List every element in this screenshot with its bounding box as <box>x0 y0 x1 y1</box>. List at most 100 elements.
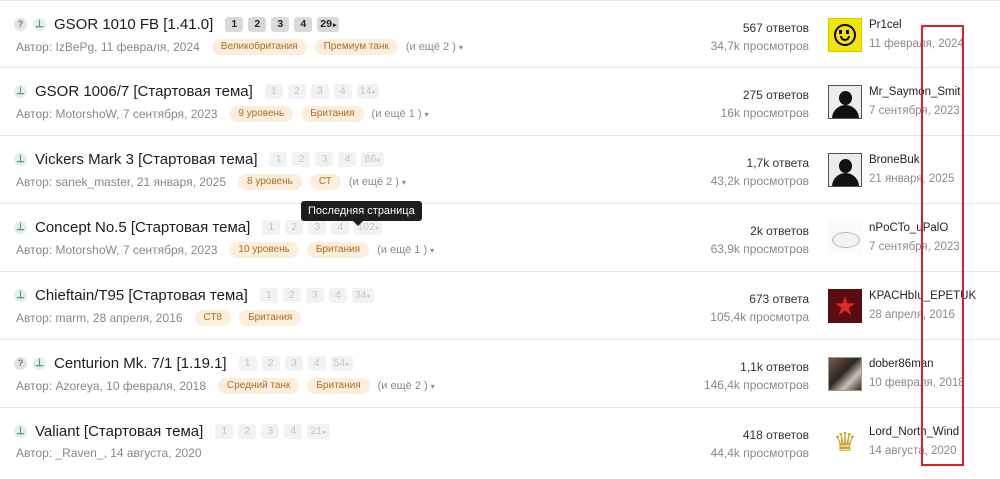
topic-title-link[interactable]: Concept No.5 [Стартовая тема] <box>35 219 250 236</box>
last-page-button[interactable]: 86▸ <box>361 152 384 167</box>
page-button[interactable]: 3 <box>310 84 329 99</box>
chevron-down-icon: ▾ <box>401 178 406 187</box>
topic-author[interactable]: Автор: _Raven_, 14 августа, 2020 <box>16 446 202 460</box>
page-button[interactable]: 1 <box>269 152 288 167</box>
avatar[interactable] <box>828 357 862 391</box>
topic-tag[interactable]: 10 уровень <box>229 242 299 258</box>
topic-tag[interactable]: 9 уровень <box>229 106 294 122</box>
page-button[interactable]: 2 <box>261 356 280 371</box>
avatar[interactable] <box>828 153 862 187</box>
page-button[interactable]: 2 <box>292 152 311 167</box>
topic-meta-line: Автор: MotorshoW, 7 сентября, 2023 9 уров… <box>16 106 429 122</box>
page-button[interactable]: 4 <box>307 356 326 371</box>
page-number: 14 <box>359 85 372 97</box>
more-tags-label: (и ещё 2 ) <box>348 176 399 188</box>
more-tags-toggle[interactable]: (и ещё 1 ) ▾ <box>377 244 434 256</box>
topic-title-link[interactable]: Chieftain/T95 [Стартовая тема] <box>35 287 248 304</box>
page-button[interactable]: 4 <box>284 424 303 439</box>
topic-title-link[interactable]: GSOR 1010 FB [1.41.0] <box>54 16 213 33</box>
topic-title-link[interactable]: Vickers Mark 3 [Стартовая тема] <box>35 151 257 168</box>
avatar[interactable] <box>828 221 862 255</box>
page-button[interactable]: 2 <box>287 84 306 99</box>
page-number: 86 <box>364 153 377 165</box>
topic-author[interactable]: Автор: sanek_master, 21 января, 2025 <box>16 175 226 189</box>
topic-meta-line: Автор: MotorshoW, 7 сентября, 2023 10 уро… <box>16 242 434 258</box>
avatar[interactable]: ★ <box>828 289 862 323</box>
view-count: 63,9k просмотров <box>710 242 809 256</box>
last-page-button[interactable]: 21▸ <box>307 424 330 439</box>
topic-title-link[interactable]: GSOR 1006/7 [Стартовая тема] <box>35 83 253 100</box>
topic-row: ⊥ Chieftain/T95 [Стартовая тема] 1 2 3 4 34▸ Ав… <box>0 272 1000 340</box>
topic-tag[interactable]: Британия <box>307 378 370 394</box>
page-button[interactable]: 2 <box>285 220 304 235</box>
more-tags-toggle[interactable]: (и ещё 2 ) ▾ <box>378 380 435 392</box>
page-button[interactable]: 1 <box>262 220 281 235</box>
topic-author[interactable]: Автор: Azoreya, 10 февраля, 2018 <box>16 379 206 393</box>
last-page-button[interactable]: 14▸ <box>356 84 379 99</box>
more-tags-toggle[interactable]: (и ещё 2 ) ▾ <box>349 176 406 188</box>
topic-tag[interactable]: Британия <box>306 242 370 258</box>
page-button[interactable]: 1 <box>238 356 257 371</box>
page-button[interactable]: 4 <box>328 288 347 303</box>
chevron-down-icon: ▾ <box>458 43 463 52</box>
page-button[interactable]: 4 <box>331 220 350 235</box>
topic-author[interactable]: Автор: MotorshoW, 7 сентября, 2023 <box>16 107 217 121</box>
page-button[interactable]: 1 <box>215 424 234 439</box>
page-button[interactable]: 3 <box>261 424 280 439</box>
last-page-button[interactable]: 34▸ <box>351 288 374 303</box>
topic-row: ⊥ Valiant [Стартовая тема] 1 2 3 4 21▸ Автор: _… <box>0 408 1000 476</box>
page-button[interactable]: 1 <box>264 84 283 99</box>
more-tags-toggle[interactable]: (и ещё 2 ) ▾ <box>406 41 463 53</box>
topic-tag[interactable]: Средний танк <box>218 378 300 394</box>
page-number: 1 <box>265 289 272 301</box>
question-icon: ? <box>14 357 27 370</box>
more-tags-toggle[interactable]: (и ещё 1 ) ▾ <box>372 108 429 120</box>
page-number: 3 <box>277 18 284 30</box>
topic-row: ⊥ Concept No.5 [Стартовая тема] 1 2 3 4 102▸ Ав… <box>0 204 1000 272</box>
topic-tag[interactable]: Великобритания <box>211 39 307 55</box>
page-number: 4 <box>290 425 297 437</box>
topic-row: ⊥ Vickers Mark 3 [Стартовая тема] 1 2 3 4 86▸ А… <box>0 136 1000 204</box>
topic-tag[interactable]: СТ8 <box>194 310 232 326</box>
page-button[interactable]: 1 <box>259 288 278 303</box>
topic-title-link[interactable]: Centurion Mk. 7/1 [1.19.1] <box>54 355 227 372</box>
page-number: 3 <box>290 357 297 369</box>
arrow-right-icon: ▸ <box>346 361 350 368</box>
smiley-icon <box>834 24 856 46</box>
topic-tag[interactable]: 8 уровень <box>238 174 302 190</box>
page-button[interactable]: 1 <box>225 17 244 32</box>
page-button[interactable]: 3 <box>271 17 290 32</box>
topic-tag[interactable]: Британия <box>239 310 302 326</box>
last-page-button[interactable]: 29▸ <box>317 17 340 32</box>
page-button[interactable]: 3 <box>305 288 324 303</box>
page-button[interactable]: 2 <box>238 424 257 439</box>
topic-author[interactable]: Автор: MotorshoW, 7 сентября, 2023 <box>16 243 217 257</box>
topic-author[interactable]: Автор: IzBePg, 11 февраля, 2024 <box>16 40 200 54</box>
page-button[interactable]: 4 <box>338 152 357 167</box>
topic-author[interactable]: Автор: marm, 28 апреля, 2016 <box>16 311 183 325</box>
last-poster-name[interactable]: BroneBuk <box>869 154 920 166</box>
arrow-right-icon: ▸ <box>372 89 376 96</box>
topic-tag[interactable]: Премиум танк <box>314 39 398 55</box>
last-page-button[interactable]: 54▸ <box>330 356 353 371</box>
topic-tag[interactable]: СТ <box>309 174 341 190</box>
more-tags-label: (и ещё 2 ) <box>405 41 456 53</box>
page-number: 2 <box>254 18 261 30</box>
avatar[interactable] <box>828 18 862 52</box>
avatar[interactable] <box>828 85 862 119</box>
page-button[interactable]: 4 <box>294 17 313 32</box>
topic-tag[interactable]: Британия <box>301 106 364 122</box>
page-button[interactable]: 2 <box>248 17 267 32</box>
topic-title-link[interactable]: Valiant [Стартовая тема] <box>35 423 203 440</box>
last-poster-name[interactable]: Pr1cel <box>869 19 902 31</box>
page-button[interactable]: 2 <box>282 288 301 303</box>
arrow-right-icon: ▸ <box>367 293 371 300</box>
page-button[interactable]: 3 <box>315 152 334 167</box>
star-icon: ★ <box>833 291 857 321</box>
avatar[interactable]: ♛ <box>828 425 862 459</box>
more-tags-label: (и ещё 1 ) <box>371 108 422 120</box>
page-button[interactable]: 4 <box>333 84 352 99</box>
topic-meta-line: Автор: sanek_master, 21 января, 2025 8 ур… <box>16 174 406 190</box>
page-button[interactable]: 3 <box>284 356 303 371</box>
page-button[interactable]: 3 <box>308 220 327 235</box>
